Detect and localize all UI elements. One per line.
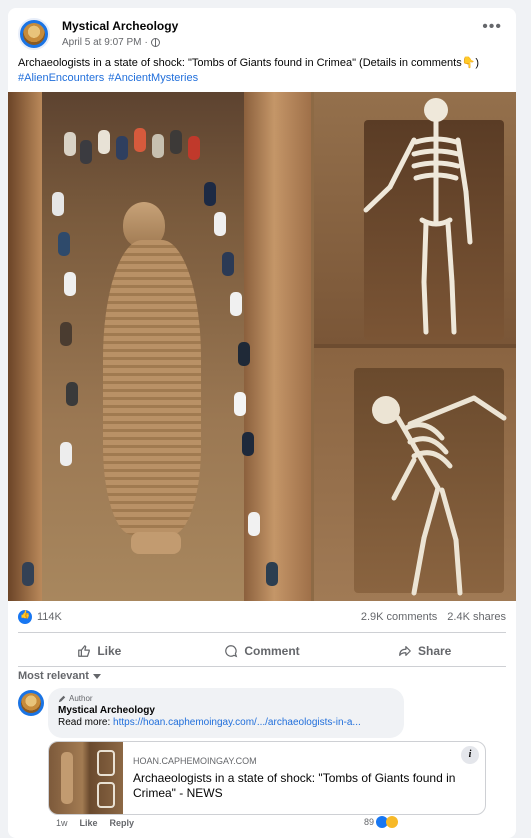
comment-button[interactable]: Comment xyxy=(181,636,344,666)
thumbs-up-icon xyxy=(78,645,91,657)
post-image[interactable] xyxy=(8,92,516,601)
mummy-figure xyxy=(98,202,203,554)
author-badge: Author xyxy=(58,694,394,703)
chevron-down-icon xyxy=(92,673,101,679)
page-name[interactable]: Mystical Archeology xyxy=(62,19,178,33)
hashtag-link[interactable]: #AncientMysteries xyxy=(108,72,198,84)
hashtag-list: #AlienEncounters #AncientMysteries xyxy=(18,71,506,86)
like-reaction-icon[interactable] xyxy=(18,610,32,624)
post-caption: Archaeologists in a state of shock: "Tom… xyxy=(18,56,506,86)
hashtag-link[interactable]: #AlienEncounters xyxy=(18,72,104,84)
link-preview-card[interactable]: HOAN.CAPHEMOINGAY.COM Archaeologists in … xyxy=(48,741,486,815)
skeleton-images xyxy=(314,92,516,601)
post-card: Mystical Archeology April 5 at 9:07 PM ·… xyxy=(8,8,516,838)
caption-text: Archaeologists in a state of shock: "Tom… xyxy=(18,57,480,69)
comment-text: Read more: https://hoan.caphemoingay.com… xyxy=(58,717,394,728)
comment-like-button[interactable]: Like xyxy=(80,818,98,828)
divider xyxy=(18,632,506,633)
comment-reaction-count: 89 xyxy=(364,817,375,827)
commenter-avatar[interactable] xyxy=(18,690,44,716)
post-stats: 114K 2.9K comments 2.4K shares xyxy=(18,608,506,630)
reaction-count[interactable]: 114K xyxy=(37,611,62,623)
standing-skeleton-image xyxy=(314,92,516,344)
comment-actions: 1w Like Reply xyxy=(56,818,134,828)
comment-reply-button[interactable]: Reply xyxy=(110,818,135,828)
meta-separator: · xyxy=(144,37,148,48)
comment-author-name[interactable]: Mystical Archeology xyxy=(58,705,394,716)
comment-reactions[interactable]: 89 xyxy=(364,816,399,828)
share-count[interactable]: 2.4K shares xyxy=(447,611,506,623)
comment-label: Comment xyxy=(244,644,300,658)
link-domain: HOAN.CAPHEMOINGAY.COM xyxy=(133,756,257,766)
more-options-icon[interactable]: ••• xyxy=(482,19,502,35)
author-badge-label: Author xyxy=(69,694,93,703)
globe-icon xyxy=(150,38,160,47)
share-label: Share xyxy=(418,644,452,658)
skeleton-figure-2 xyxy=(372,395,507,596)
share-button[interactable]: Share xyxy=(343,636,506,666)
pencil-icon xyxy=(58,695,66,702)
comment-count[interactable]: 2.9K comments xyxy=(361,611,437,623)
info-icon[interactable]: i xyxy=(461,746,479,764)
link-title: Archaeologists in a state of shock: "Tom… xyxy=(133,771,456,800)
skeleton-figure-1 xyxy=(363,98,473,335)
action-bar: Like Comment Share xyxy=(18,636,506,666)
share-arrow-icon xyxy=(399,646,411,656)
comment-bubble: Author Mystical Archeology Read more: ht… xyxy=(48,688,404,738)
lying-skeleton-image xyxy=(314,348,516,601)
like-button[interactable]: Like xyxy=(18,636,181,666)
link-thumbnail xyxy=(49,742,123,814)
comment-filter-label: Most relevant xyxy=(18,670,89,682)
haha-reaction-icon xyxy=(386,816,399,828)
divider xyxy=(18,666,506,667)
like-label: Like xyxy=(97,644,122,658)
comment-filter-dropdown[interactable]: Most relevant xyxy=(18,670,101,682)
page-avatar[interactable] xyxy=(18,18,50,50)
read-more-label: Read more: xyxy=(58,717,111,728)
comment-time[interactable]: 1w xyxy=(56,818,68,828)
comment-link[interactable]: https://hoan.caphemoingay.com/.../archae… xyxy=(113,717,361,728)
post-timestamp[interactable]: April 5 at 9:07 PM xyxy=(62,37,141,48)
post-header: Mystical Archeology April 5 at 9:07 PM ·… xyxy=(18,18,506,54)
giant-mummy-image xyxy=(8,92,311,601)
post-meta: April 5 at 9:07 PM · xyxy=(62,37,160,48)
comment-bubble-icon xyxy=(225,645,238,658)
